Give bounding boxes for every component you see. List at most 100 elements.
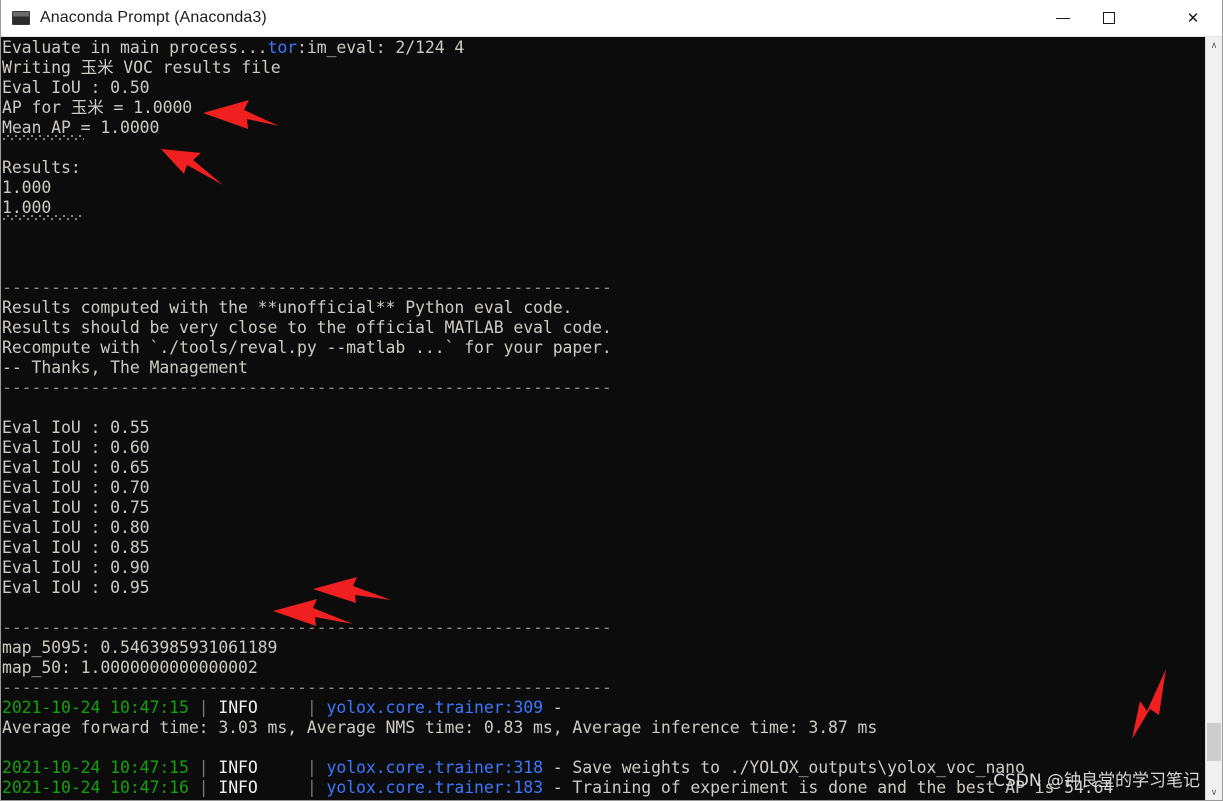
console-span: Recompute with `./tools/reval.py --matla…	[2, 338, 612, 357]
console-span: Writing 玉米 VOC results file	[2, 58, 281, 77]
console-span: Eval IoU : 0.90	[2, 558, 150, 577]
console-span: Eval IoU : 0.85	[2, 538, 150, 557]
console-line: Recompute with `./tools/reval.py --matla…	[2, 338, 1191, 358]
console-span: 2021-10-24 10:47:15	[2, 758, 189, 777]
scroll-down-arrow-icon[interactable]: ∨	[1206, 784, 1222, 800]
console-span: 2021-10-24 10:47:15	[2, 698, 189, 717]
console-span: |	[257, 778, 327, 797]
console-line: 1.000	[2, 198, 1191, 218]
console-line: ----------------------------------------…	[2, 678, 1191, 698]
console-span: yolox.core.trainer	[326, 778, 504, 797]
scrollbar-thumb[interactable]	[1207, 723, 1221, 761]
console-line: Eval IoU : 0.60	[2, 438, 1191, 458]
console-line: Mean AP = 1.0000	[2, 118, 1191, 138]
console-line: ----------------------------------------…	[2, 618, 1191, 638]
console-span: ----------------------------------------…	[2, 678, 612, 697]
scroll-up-arrow-icon[interactable]: ∧	[1206, 37, 1222, 54]
squiggle-underline-results	[2, 215, 82, 221]
squiggle-underline-mean-ap	[2, 135, 84, 141]
terminal-window: Anaconda Prompt (Anaconda3) ✕ Evaluate i…	[0, 0, 1223, 801]
console-line: Eval IoU : 0.50	[2, 78, 1191, 98]
console-line: Eval IoU : 0.95	[2, 578, 1191, 598]
console-span: Results:	[2, 158, 81, 177]
console-icon	[12, 11, 30, 25]
console-line: Eval IoU : 0.55	[2, 418, 1191, 438]
console-span: AP for 玉米 = 1.0000	[2, 98, 193, 117]
console-span: :	[503, 698, 514, 717]
console-line: Results:	[2, 158, 1191, 178]
console-span: 2021-10-24 10:47:16	[2, 778, 189, 797]
console-line: Results should be very close to the offi…	[2, 318, 1191, 338]
console-span: Evaluate in main process...	[2, 38, 268, 57]
console-line: ----------------------------------------…	[2, 278, 1191, 298]
console-line: 1.000	[2, 178, 1191, 198]
console-span: INFO	[218, 698, 258, 717]
maximize-button[interactable]	[1086, 0, 1132, 36]
minimize-button[interactable]	[1040, 0, 1086, 36]
console-line: Eval IoU : 0.65	[2, 458, 1191, 478]
console-span: tor	[267, 38, 298, 57]
console-span: Results computed with the **unofficial**…	[2, 298, 573, 317]
console-span: Eval IoU : 0.75	[2, 498, 150, 517]
console-line: Eval IoU : 0.80	[2, 518, 1191, 538]
console-output-area[interactable]: Evaluate in main process...tor:im_eval: …	[1, 37, 1222, 800]
console-span: Eval IoU : 0.80	[2, 518, 150, 537]
console-line: Eval IoU : 0.85	[2, 538, 1191, 558]
console-span: 318	[513, 758, 543, 777]
console-span: -	[542, 698, 573, 717]
window-title: Anaconda Prompt (Anaconda3)	[40, 9, 267, 26]
console-span: Eval IoU : 0.95	[2, 578, 150, 597]
console-span: Eval IoU : 0.65	[2, 458, 150, 477]
console-span: INFO	[218, 778, 258, 797]
console-span: map_5095: 0.5463985931061189	[2, 638, 278, 657]
console-line: Evaluate in main process...tor:im_eval: …	[2, 38, 1191, 58]
console-span: |	[257, 698, 327, 717]
vertical-scrollbar[interactable]: ∧ ∨	[1205, 37, 1222, 800]
console-span: 183	[513, 778, 543, 797]
minimize-icon	[1056, 17, 1070, 19]
console-span: Average forward time: 3.03 ms, Average N…	[2, 718, 878, 737]
console-span: yolox.core.trainer	[326, 758, 504, 777]
console-line: Eval IoU : 0.70	[2, 478, 1191, 498]
title-bar[interactable]: Anaconda Prompt (Anaconda3) ✕	[1, 0, 1222, 37]
console-span: Eval IoU : 0.55	[2, 418, 150, 437]
console-span: map_50: 1.0000000000000002	[2, 658, 258, 677]
console-line: map_5095: 0.5463985931061189	[2, 638, 1191, 658]
console-span: ----------------------------------------…	[2, 278, 612, 297]
close-button[interactable]: ✕	[1170, 0, 1216, 36]
console-span: Eval IoU : 0.50	[2, 78, 150, 97]
console-span: :im_eval: 2/124 4	[297, 38, 465, 57]
console-line: AP for 玉米 = 1.0000	[2, 98, 1191, 118]
console-line: Writing 玉米 VOC results file	[2, 58, 1191, 78]
console-span: yolox.core.trainer	[326, 698, 504, 717]
console-span: -- Thanks, The Management	[2, 358, 248, 377]
console-line: 2021-10-24 10:47:15 | INFO | yolox.core.…	[2, 698, 1191, 718]
console-span: ----------------------------------------…	[2, 618, 612, 637]
console-span: |	[188, 758, 219, 777]
console-line: Results computed with the **unofficial**…	[2, 298, 1191, 318]
console-line: Eval IoU : 0.90	[2, 558, 1191, 578]
console-line: map_50: 1.0000000000000002	[2, 658, 1191, 678]
console-span: 309	[513, 698, 543, 717]
watermark: CSDN @钟良堂的学习笔记	[993, 771, 1200, 791]
console-span: INFO	[218, 758, 258, 777]
console-span: |	[188, 778, 219, 797]
console-span: 1.000	[2, 178, 52, 197]
console-span: Eval IoU : 0.60	[2, 438, 150, 457]
close-icon: ✕	[1186, 8, 1200, 27]
console-span: ----------------------------------------…	[2, 378, 612, 397]
console-span: - Save weights to ./YOLOX_outputs\yolox_…	[542, 758, 1025, 777]
maximize-icon	[1103, 12, 1115, 24]
console-span: Results should be very close to the offi…	[2, 318, 612, 337]
console-line: ----------------------------------------…	[2, 378, 1191, 398]
console-span: |	[257, 758, 327, 777]
console-line: Eval IoU : 0.75	[2, 498, 1191, 518]
console-span: |	[188, 698, 219, 717]
console-span: :	[503, 758, 514, 777]
